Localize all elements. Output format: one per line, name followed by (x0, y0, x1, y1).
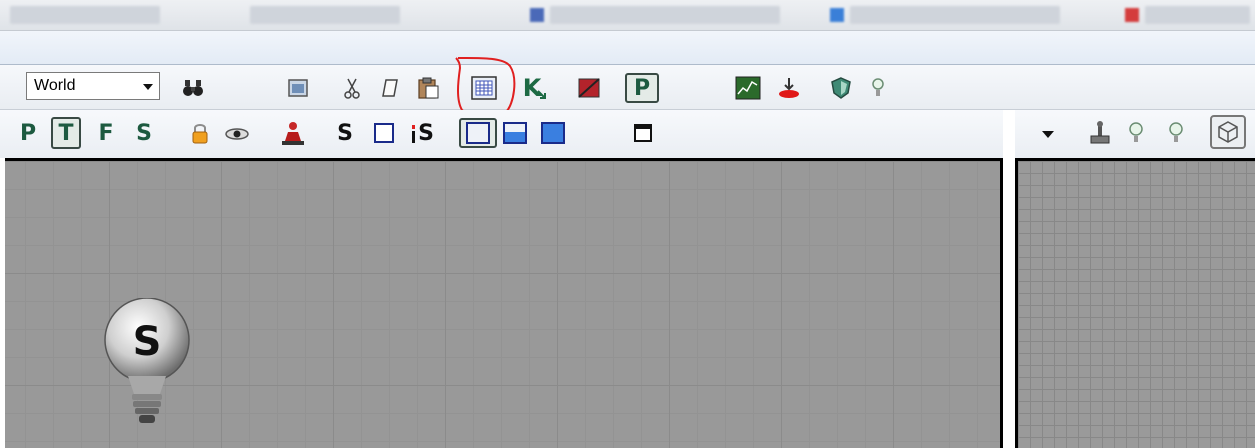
prefab-label: P (633, 75, 651, 101)
realtime-view-button[interactable] (222, 124, 252, 144)
prefab-button[interactable]: P (625, 73, 659, 103)
lightbulb-icon (872, 78, 884, 96)
snap-scale-button[interactable]: S (334, 118, 356, 148)
game-view-button[interactable] (278, 118, 308, 148)
snap-toggle-button[interactable]: S (404, 118, 440, 148)
window-icon (288, 79, 308, 97)
scissors-icon (344, 78, 360, 99)
matinee-icon (578, 78, 600, 98)
perspective-mode-button[interactable]: P (16, 118, 40, 148)
chart-icon (735, 76, 761, 100)
viewport-options-dropdown[interactable] (1036, 122, 1060, 146)
3d-view-button[interactable] (1210, 115, 1246, 149)
snap-marker-icon (412, 125, 416, 143)
eye-icon (225, 128, 249, 140)
viewport-layout-1-button[interactable] (459, 118, 497, 148)
mode-s-label: S (136, 120, 152, 146)
static-mesh-actor-icon[interactable]: S (102, 298, 194, 432)
find-actors-button[interactable] (180, 76, 208, 100)
chart-button[interactable] (734, 75, 762, 101)
pane-split-icon (503, 122, 527, 144)
copy-button[interactable] (378, 76, 402, 100)
cube-icon (1218, 121, 1238, 143)
light-button[interactable] (868, 75, 888, 101)
lock-icon (192, 124, 208, 144)
maximize-viewport-button[interactable] (630, 120, 656, 146)
light-toggle-1-button[interactable] (1124, 118, 1148, 148)
static-mesh-letter: S (133, 319, 162, 365)
actor-icon (282, 122, 304, 145)
viewport-layout-3-button[interactable] (539, 120, 567, 146)
lightbulb-icon (1169, 122, 1183, 142)
taskbar-item[interactable] (850, 6, 1060, 24)
world-dropdown[interactable]: World (26, 72, 160, 100)
snap-is-label: S (418, 120, 434, 146)
chevron-down-icon (143, 84, 153, 90)
drop-down-icon (779, 78, 799, 98)
light-toggle-2-button[interactable] (1164, 118, 1188, 148)
taskbar (0, 0, 1255, 31)
app-icon (530, 8, 544, 22)
top-view-button[interactable]: T (51, 117, 81, 149)
snap-s-label: S (337, 120, 353, 146)
page-icon (382, 79, 398, 97)
viewport-splitter[interactable] (1003, 110, 1015, 448)
mode-t-label: T (58, 120, 74, 146)
browser-icon (1125, 8, 1139, 22)
pane-filled-icon (541, 122, 565, 144)
window-maximize-icon (634, 124, 652, 142)
mode-p-label: P (19, 120, 37, 146)
lightbulb-icon (1129, 122, 1143, 142)
browser-icon (830, 8, 844, 22)
arrow-icon (537, 90, 547, 99)
side-viewport[interactable] (1015, 158, 1255, 448)
menu-bar (0, 31, 1255, 65)
taskbar-item[interactable] (550, 6, 780, 24)
kismet-button[interactable]: K (520, 74, 550, 102)
shield-icon (831, 77, 851, 99)
taskbar-item[interactable] (250, 6, 400, 24)
paste-button[interactable] (414, 74, 442, 102)
taskbar-item[interactable] (10, 6, 160, 24)
world-dropdown-value: World (34, 77, 76, 94)
drop-to-floor-button[interactable] (774, 74, 804, 102)
clipboard-icon (418, 77, 439, 99)
chevron-down-icon (1042, 131, 1054, 138)
content-browser-button[interactable] (286, 76, 310, 100)
viewport-layout-2-button[interactable] (501, 120, 529, 146)
taskbar-item[interactable] (1145, 6, 1250, 24)
front-view-button[interactable]: F (95, 118, 117, 148)
side-view-button[interactable]: S (133, 118, 155, 148)
shield-button[interactable] (828, 75, 854, 101)
mode-f-label: F (98, 120, 114, 146)
joystick-icon (1090, 121, 1110, 144)
binoculars-icon (183, 80, 203, 96)
matinee-button[interactable] (576, 76, 602, 100)
pane-icon (466, 122, 490, 144)
maximize-view-button[interactable] (370, 120, 398, 146)
pivot-button[interactable] (1086, 118, 1114, 148)
lock-button[interactable] (188, 120, 212, 146)
box-icon (374, 123, 394, 143)
cut-button[interactable] (340, 75, 364, 101)
